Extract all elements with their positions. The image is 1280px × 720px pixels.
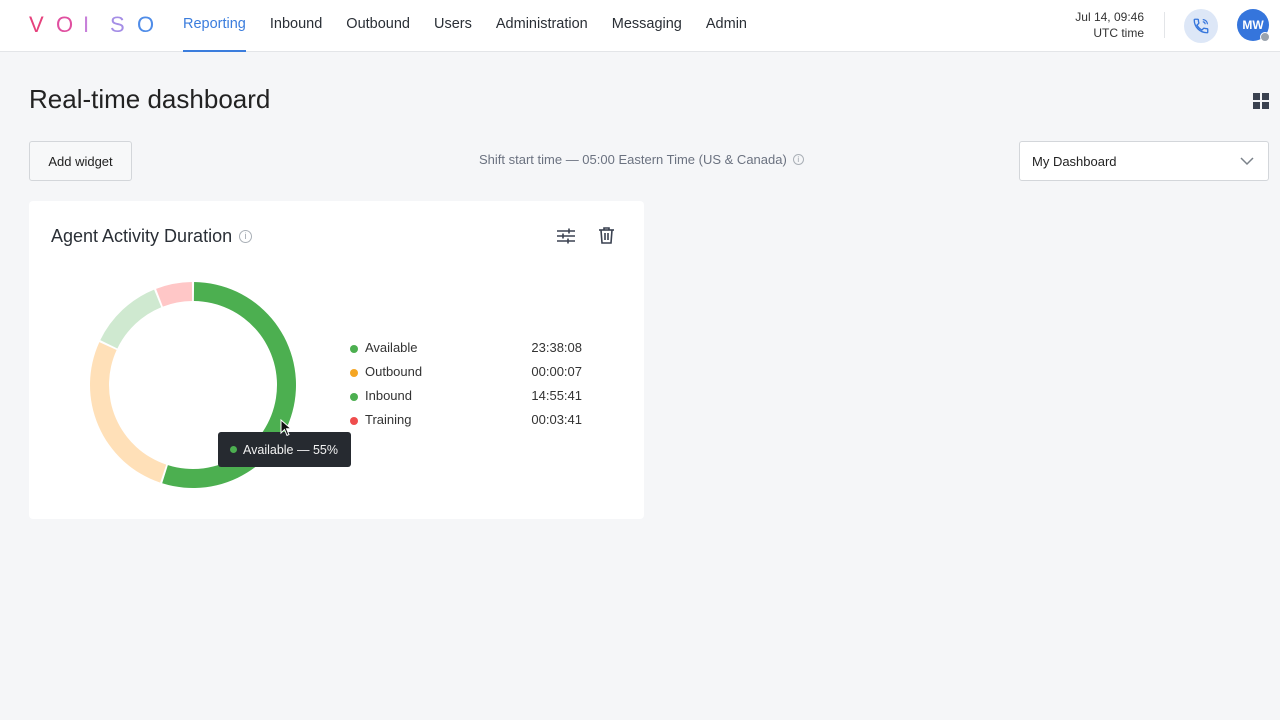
logo-letter: S bbox=[110, 12, 125, 37]
widget-info-icon[interactable]: i bbox=[239, 230, 253, 243]
mouse-cursor-icon bbox=[280, 419, 292, 437]
legend-label: Available bbox=[365, 340, 418, 355]
legend-item-outbound[interactable]: Outbound 00:00:07 bbox=[350, 364, 582, 388]
dashboard-select-value: My Dashboard bbox=[1032, 154, 1117, 169]
legend-color-dot bbox=[350, 345, 358, 353]
legend-duration: 00:00:07 bbox=[531, 364, 582, 379]
page-title: Real-time dashboard bbox=[29, 84, 271, 114]
legend-label: Outbound bbox=[365, 364, 423, 379]
shift-start-text: Shift start time — 05:00 Eastern Time (U… bbox=[479, 152, 787, 167]
legend-color-dot bbox=[350, 369, 358, 377]
softphone-button[interactable] bbox=[1184, 9, 1218, 43]
legend-item-available[interactable]: Available 23:38:08 bbox=[350, 340, 582, 364]
nav-item-inbound[interactable]: Inbound bbox=[270, 0, 322, 52]
legend-duration: 14:55:41 bbox=[531, 388, 582, 403]
voiso-logo[interactable]: VOISO bbox=[29, 12, 164, 38]
legend-item-inbound[interactable]: Inbound 14:55:41 bbox=[350, 388, 582, 412]
add-widget-button[interactable]: Add widget bbox=[29, 141, 132, 181]
shift-start-info: Shift start time — 05:00 Eastern Time (U… bbox=[479, 152, 804, 167]
legend-label: Inbound bbox=[365, 388, 412, 403]
sliders-icon[interactable] bbox=[557, 228, 575, 244]
widget-title-text: Agent Activity Duration bbox=[51, 226, 233, 246]
logo-letter: O bbox=[56, 12, 74, 37]
legend-duration: 00:03:41 bbox=[531, 412, 582, 427]
top-bar: VOISO Reporting Inbound Outbound Users Admin… bbox=[0, 0, 1280, 52]
logo-letter: O bbox=[137, 12, 155, 37]
legend-label: Training bbox=[365, 412, 412, 427]
grid-icon[interactable] bbox=[1253, 93, 1269, 109]
chevron-down-icon bbox=[1240, 157, 1254, 166]
logo-letter: V bbox=[29, 12, 44, 37]
nav-item-admin[interactable]: Admin bbox=[706, 0, 747, 52]
main-nav: Reporting Inbound Outbound Users Administrat… bbox=[183, 0, 771, 52]
nav-item-administration[interactable]: Administration bbox=[496, 0, 588, 52]
logo-letter: I bbox=[83, 12, 90, 37]
tooltip-color-dot bbox=[230, 446, 237, 453]
header-divider bbox=[1164, 12, 1165, 38]
clock-timezone: UTC time bbox=[1093, 26, 1144, 40]
nav-item-messaging[interactable]: Messaging bbox=[612, 0, 682, 52]
presence-status-dot bbox=[1260, 32, 1270, 42]
legend-duration: 23:38:08 bbox=[531, 340, 582, 355]
widget-title: Agent Activity Duration i bbox=[51, 226, 253, 247]
tooltip-text: Available — 55% bbox=[243, 442, 338, 457]
legend-item-training[interactable]: Training 00:03:41 bbox=[350, 412, 582, 436]
chart-tooltip: Available — 55% bbox=[218, 432, 351, 467]
donut-slice-training[interactable] bbox=[156, 282, 193, 307]
clock-datetime: Jul 14, 09:46 bbox=[1075, 10, 1144, 24]
nav-item-users[interactable]: Users bbox=[434, 0, 472, 52]
donut-slice-outbound[interactable] bbox=[89, 342, 167, 483]
legend-color-dot bbox=[350, 417, 358, 425]
donut-slice-inbound[interactable] bbox=[100, 289, 162, 349]
legend-color-dot bbox=[350, 393, 358, 401]
info-icon[interactable]: i bbox=[792, 154, 804, 165]
nav-item-outbound[interactable]: Outbound bbox=[346, 0, 410, 52]
phone-icon bbox=[1193, 18, 1209, 34]
clock: Jul 14, 09:46 UTC time bbox=[1075, 9, 1144, 41]
trash-icon[interactable] bbox=[599, 227, 614, 244]
dashboard-select[interactable]: My Dashboard bbox=[1019, 141, 1269, 181]
agent-activity-widget: Agent Activity Duration i Available 23:38… bbox=[29, 201, 644, 519]
nav-item-reporting[interactable]: Reporting bbox=[183, 0, 246, 52]
chart-legend: Available 23:38:08 Outbound 00:00:07 Inbound… bbox=[350, 340, 582, 436]
